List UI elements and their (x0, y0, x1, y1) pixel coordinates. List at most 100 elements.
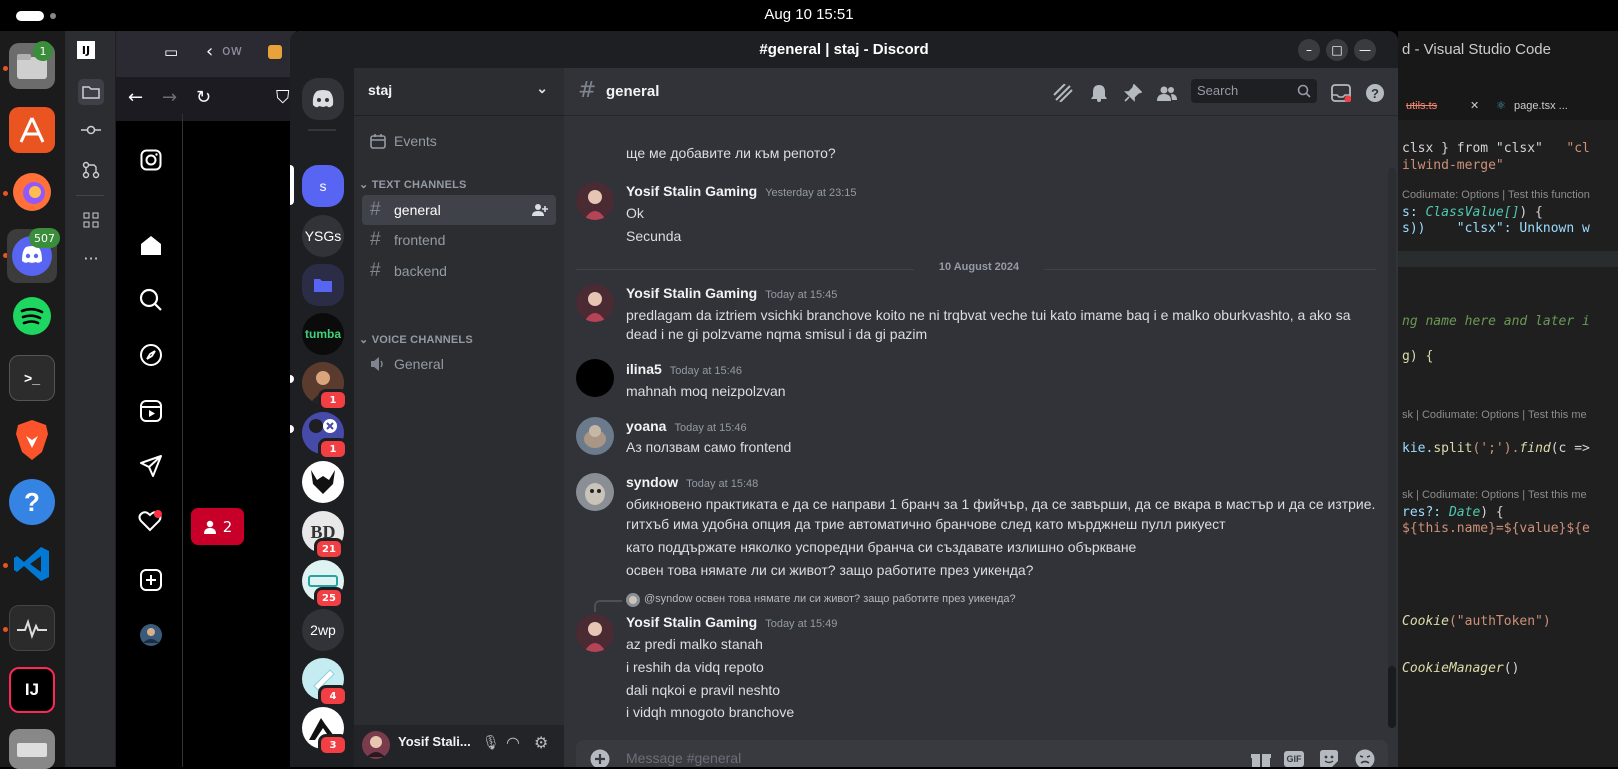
server-ysgs[interactable]: YSGs (302, 215, 344, 257)
channel-frontend[interactable]: # frontend (362, 225, 556, 255)
code-token[interactable]: ) { (1480, 505, 1503, 520)
server-avatar[interactable] (302, 461, 344, 503)
minimize-icon[interactable]: — (1354, 39, 1376, 61)
more-icon[interactable]: ··· (78, 245, 104, 271)
instagram-logo-icon[interactable] (136, 145, 166, 175)
direct-messages-button[interactable] (302, 78, 344, 120)
threads-icon[interactable] (1052, 82, 1074, 104)
category-voice-channels[interactable]: ⌄ VOICE CHANNELS (359, 333, 473, 346)
commit-icon[interactable] (78, 117, 104, 143)
user-avatar[interactable] (362, 731, 390, 759)
firefox-app[interactable] (9, 169, 55, 215)
tab-page[interactable]: page.tsx ... (1514, 100, 1568, 112)
notification-bell-icon[interactable] (1088, 82, 1110, 104)
code-token[interactable]: "clsx": Unknown w (1457, 221, 1590, 236)
code-token[interactable]: Date (1449, 505, 1480, 520)
code-line[interactable]: ilwind-merge" (1402, 158, 1504, 173)
shield-icon[interactable]: ⛉ (276, 87, 290, 108)
scrollbar-track[interactable] (1388, 168, 1396, 728)
system-monitor-app[interactable] (9, 605, 55, 651)
server-folder[interactable] (302, 264, 344, 306)
user-avatar[interactable] (576, 359, 614, 397)
maximize-icon[interactable]: □ (1326, 39, 1348, 61)
project-folder-icon[interactable] (78, 79, 104, 105)
notifications-heart-icon[interactable] (136, 506, 166, 536)
emoji-icon[interactable] (1354, 749, 1376, 767)
voice-channel-general[interactable]: General (362, 349, 556, 379)
code-token[interactable]: res?: (1402, 505, 1449, 520)
message-author[interactable]: Yosif Stalin Gaming Today at 15:45 (626, 285, 837, 301)
code-line[interactable]: g) { (1402, 349, 1433, 364)
tab-overview-icon[interactable]: ▭ (164, 43, 178, 61)
structure-icon[interactable] (78, 207, 104, 233)
gif-icon[interactable]: GIF (1284, 751, 1304, 767)
minimize-icon[interactable]: – (1298, 39, 1320, 61)
search-input[interactable]: Search (1191, 79, 1317, 103)
user-avatar[interactable] (576, 182, 614, 220)
code-token[interactable]: kie. (1402, 441, 1433, 456)
code-token[interactable]: (';'). (1472, 441, 1519, 456)
code-token[interactable]: (c => (1551, 441, 1590, 456)
code-token[interactable]: CookieManager (1402, 661, 1504, 676)
message-author[interactable]: Yosif Stalin Gaming Today at 15:49 (626, 614, 837, 630)
code-token[interactable]: s: (1402, 205, 1425, 220)
spotify-app[interactable] (9, 293, 55, 339)
user-avatar[interactable] (576, 284, 614, 322)
server-tumba[interactable]: tumba (302, 313, 344, 355)
reels-icon[interactable] (136, 396, 166, 426)
profile-avatar[interactable] (136, 620, 166, 650)
help-app[interactable]: ? (9, 479, 55, 525)
settings-gear-icon[interactable]: ⚙ (534, 733, 548, 752)
help-icon[interactable]: ? (1364, 82, 1386, 104)
attach-plus-icon[interactable] (590, 749, 610, 767)
search-icon[interactable] (136, 285, 166, 315)
code-token[interactable]: () (1504, 661, 1520, 676)
terminal-app[interactable]: >_ (9, 355, 55, 401)
server-2wp[interactable]: 2wp (302, 609, 344, 651)
server-header[interactable]: staj ⌄ (354, 68, 564, 116)
reload-icon[interactable]: ↻ (196, 87, 211, 108)
code-line[interactable]: ${this.name}=${value}${e (1402, 521, 1590, 536)
back-icon[interactable]: ← (128, 87, 143, 108)
code-line[interactable]: clsx } from "clsx" (1402, 141, 1543, 156)
tab-scroll-left-icon[interactable]: ‹ (206, 41, 213, 62)
vscode-app[interactable] (9, 541, 55, 587)
user-avatar[interactable] (576, 614, 614, 652)
code-token[interactable]: Cookie (1402, 614, 1449, 629)
codelens-hint[interactable]: sk | Codiumate: Options | Test this me (1402, 409, 1587, 421)
home-icon[interactable] (136, 230, 166, 260)
channel-general[interactable]: # general (362, 195, 556, 225)
inbox-icon[interactable] (1330, 82, 1352, 104)
code-token[interactable]: ) { (1519, 205, 1542, 220)
code-token[interactable]: find (1519, 441, 1550, 456)
app-center-app[interactable] (9, 107, 55, 153)
code-token[interactable]: split (1433, 441, 1472, 456)
messages-icon[interactable] (136, 451, 166, 481)
category-text-channels[interactable]: ⌄ TEXT CHANNELS (359, 178, 467, 191)
tab-close-icon[interactable]: ✕ (1470, 99, 1479, 112)
message-author[interactable]: Yosif Stalin Gaming Yesterday at 23:15 (626, 183, 857, 199)
reply-reference[interactable]: @syndow освен това нямате ли си живот? з… (644, 593, 1016, 605)
member-list-icon[interactable] (1156, 82, 1178, 104)
user-avatar[interactable] (576, 417, 614, 455)
invite-member-icon[interactable] (532, 203, 548, 217)
clock[interactable]: Aug 10 15:51 (0, 6, 1618, 23)
server-staj[interactable]: s (302, 165, 344, 207)
create-icon[interactable] (136, 565, 166, 595)
user-avatar[interactable] (576, 473, 614, 511)
notification-popup[interactable]: 2 (191, 508, 244, 545)
channel-backend[interactable]: # backend (362, 256, 556, 286)
brave-app[interactable] (9, 417, 55, 463)
message-author[interactable]: syndow Today at 15:48 (626, 474, 758, 490)
pin-icon[interactable] (1122, 82, 1144, 104)
codelens-hint[interactable]: Codiumate: Options | Test this function (1402, 189, 1590, 201)
codelens-hint[interactable]: sk | Codiumate: Options | Test this me (1402, 489, 1587, 501)
code-token[interactable]: s)) (1402, 221, 1425, 236)
code-comment[interactable]: ng name here and later i (1402, 314, 1590, 329)
browser-tab[interactable]: ow (222, 43, 242, 59)
gift-icon[interactable] (1250, 749, 1272, 767)
message-author[interactable]: ilina5 Today at 15:46 (626, 361, 742, 377)
pull-requests-icon[interactable] (78, 157, 104, 183)
scrollbar-thumb[interactable] (1388, 666, 1396, 728)
headphones-icon[interactable]: ◠ (506, 733, 520, 752)
